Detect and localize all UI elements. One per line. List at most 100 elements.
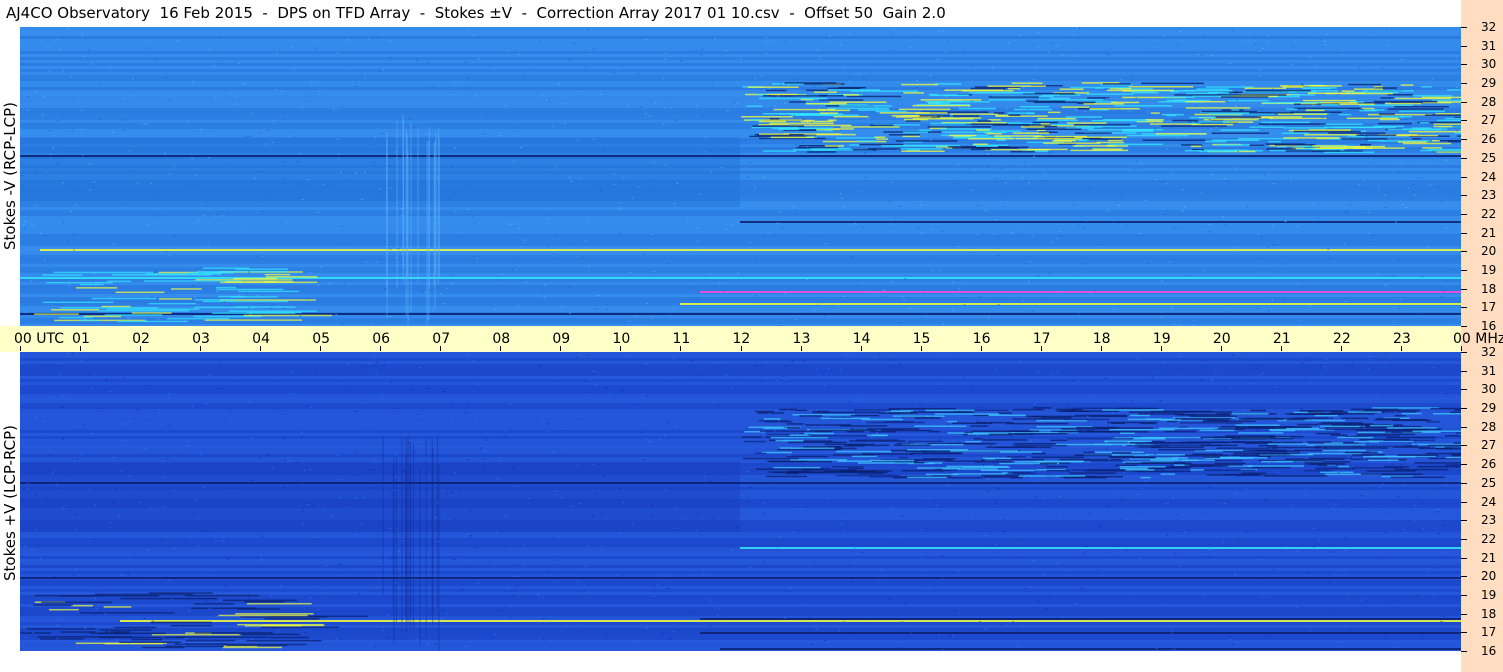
noise-speck xyxy=(823,315,826,317)
noise-speck xyxy=(773,105,776,107)
activity-streak xyxy=(1125,469,1155,471)
vertical-striation xyxy=(401,437,403,632)
noise-speck xyxy=(754,259,757,261)
noise-speck xyxy=(47,365,50,367)
noise-speck xyxy=(1345,212,1348,214)
noise-speck xyxy=(754,77,757,79)
noise-speck xyxy=(454,147,457,149)
noise-speck xyxy=(1372,566,1375,568)
noise-speck xyxy=(816,303,819,305)
freq-tick-mark xyxy=(1461,176,1467,178)
activity-streak xyxy=(1192,453,1224,456)
noise-speck xyxy=(1331,507,1334,509)
noise-speck xyxy=(1377,442,1380,444)
noise-speck xyxy=(143,123,146,125)
noise-speck xyxy=(117,515,120,517)
noise-speck xyxy=(378,565,381,567)
noise-speck xyxy=(152,308,155,310)
noise-speck xyxy=(1261,48,1264,50)
noise-speck xyxy=(1262,596,1265,598)
noise-speck xyxy=(339,496,342,498)
noise-speck xyxy=(108,631,111,633)
noise-speck xyxy=(579,178,582,180)
noise-speck xyxy=(443,514,446,516)
activity-streak xyxy=(984,148,1050,151)
noise-speck xyxy=(1001,206,1004,208)
noise-speck xyxy=(446,287,449,289)
noise-speck xyxy=(516,586,519,588)
noise-speck xyxy=(21,500,24,502)
activity-streak xyxy=(947,420,957,423)
activity-streak xyxy=(1419,122,1430,124)
noise-speck xyxy=(735,103,738,105)
noise-speck xyxy=(1169,305,1172,307)
noise-speck xyxy=(694,575,697,577)
noise-speck xyxy=(982,464,985,466)
noise-speck xyxy=(1049,152,1052,154)
spectrogram-band xyxy=(20,532,1461,535)
noise-speck xyxy=(381,629,384,631)
spectrogram-band xyxy=(20,60,1461,63)
noise-speck xyxy=(1155,648,1158,650)
noise-speck xyxy=(542,95,545,97)
noise-speck xyxy=(999,167,1002,169)
activity-streak xyxy=(265,276,318,278)
noise-speck xyxy=(815,368,818,370)
activity-streak xyxy=(1426,421,1441,423)
noise-speck xyxy=(882,289,885,291)
noise-speck xyxy=(378,70,381,72)
activity-streak xyxy=(1309,129,1352,131)
activity-streak xyxy=(937,469,958,471)
activity-streak xyxy=(779,447,793,449)
noise-speck xyxy=(949,634,952,636)
activity-streak xyxy=(1307,441,1332,443)
noise-speck xyxy=(644,113,647,115)
spectrogram-band xyxy=(20,261,1461,264)
noise-speck xyxy=(646,395,649,397)
noise-speck xyxy=(219,362,222,364)
activity-streak xyxy=(1214,116,1262,118)
noise-speck xyxy=(542,596,545,598)
noise-speck xyxy=(73,574,76,576)
noise-speck xyxy=(62,113,65,115)
noise-speck xyxy=(1153,46,1156,48)
activity-streak xyxy=(879,112,948,114)
noise-speck xyxy=(110,382,113,384)
spectrogram-band xyxy=(20,48,1461,51)
noise-speck xyxy=(122,377,125,379)
noise-speck xyxy=(854,548,857,550)
noise-speck xyxy=(70,476,73,478)
noise-speck xyxy=(1329,497,1332,499)
noise-speck xyxy=(972,252,975,254)
noise-speck xyxy=(1178,565,1181,567)
noise-speck xyxy=(34,169,37,171)
noise-speck xyxy=(1372,487,1375,489)
noise-speck xyxy=(923,292,926,294)
noise-speck xyxy=(1449,521,1452,523)
noise-speck xyxy=(865,291,868,293)
noise-speck xyxy=(353,474,356,476)
noise-speck xyxy=(1108,54,1111,56)
noise-speck xyxy=(1061,291,1064,293)
noise-speck xyxy=(621,65,624,67)
noise-speck xyxy=(545,217,548,219)
noise-speck xyxy=(1026,131,1029,133)
noise-speck xyxy=(637,186,640,188)
activity-streak xyxy=(1433,125,1453,128)
noise-speck xyxy=(145,123,148,125)
activity-streak xyxy=(1450,411,1461,414)
noise-speck xyxy=(621,390,624,392)
noise-speck xyxy=(1412,183,1415,185)
activity-streak xyxy=(1251,466,1291,469)
noise-speck xyxy=(1300,356,1303,358)
spectrogram-band xyxy=(20,225,1461,228)
noise-speck xyxy=(1330,462,1333,464)
activity-streak xyxy=(758,133,790,135)
noise-speck xyxy=(659,248,662,250)
noise-speck xyxy=(1313,546,1316,548)
noise-speck xyxy=(1037,32,1040,34)
noise-speck xyxy=(1384,194,1387,196)
noise-speck xyxy=(194,296,197,298)
noise-speck xyxy=(95,607,98,609)
noise-speck xyxy=(780,227,783,229)
